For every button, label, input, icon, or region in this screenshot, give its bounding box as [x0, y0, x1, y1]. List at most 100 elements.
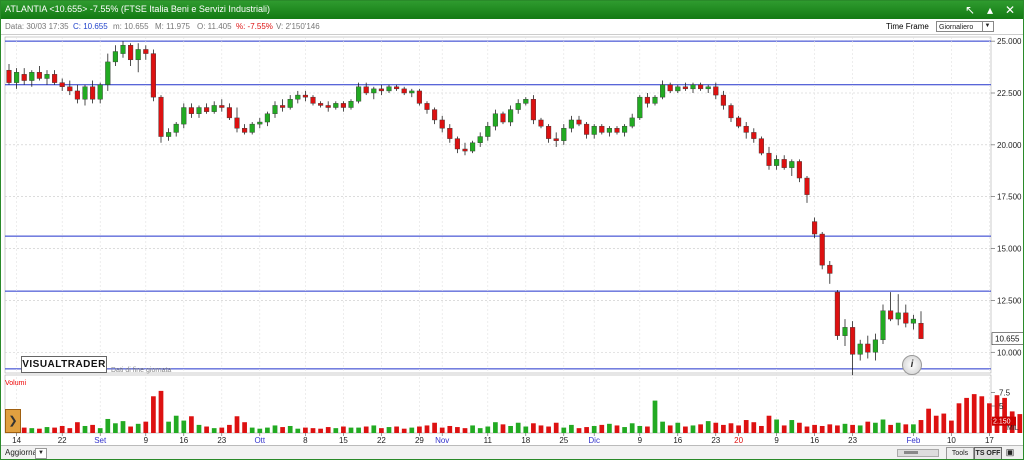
candle-body [530, 99, 536, 121]
x-tick-label: 9 [144, 436, 149, 445]
horizontal-scrollbar[interactable] [897, 449, 939, 457]
tools-button[interactable]: Tools [946, 447, 974, 459]
candle [728, 103, 734, 123]
volume-bar [386, 427, 392, 433]
candle-body [166, 132, 172, 137]
x-tick-label: 15 [339, 436, 348, 445]
candle [546, 124, 552, 143]
volume-bar [477, 428, 483, 433]
volume-bar [462, 428, 468, 433]
candle-body [363, 86, 369, 94]
candle-body [872, 339, 878, 353]
candle-body [280, 105, 286, 108]
volume-bar [926, 408, 931, 433]
candle [515, 99, 521, 114]
candle [637, 95, 643, 120]
volume-bar [204, 426, 209, 433]
candle-body [842, 327, 848, 336]
candle [204, 103, 210, 114]
scroll-right-arrow-icon[interactable]: ❯ [5, 409, 21, 433]
volume-bar [614, 425, 620, 433]
volume-bar [584, 427, 589, 433]
volume-bar [29, 428, 35, 433]
candle-body [90, 86, 96, 100]
volume-bar [341, 426, 346, 433]
volume-bar [979, 396, 985, 433]
volume-bar [432, 422, 437, 433]
candle [880, 304, 886, 344]
volume-bar [994, 395, 1000, 433]
candle [622, 124, 628, 137]
scrollbar-thumb[interactable] [904, 451, 918, 454]
x-tick-label: 20 [734, 436, 743, 445]
candle-body [667, 84, 673, 92]
volume-bar [835, 425, 840, 433]
volume-bar [736, 425, 741, 433]
volume-bar [234, 416, 240, 433]
volume-bar [257, 428, 263, 433]
volume-bar [713, 422, 719, 433]
volume-bar [515, 422, 521, 433]
candle [591, 124, 597, 139]
aggiorna-dropdown-icon[interactable]: ▼ [35, 448, 47, 459]
volume-bar [751, 422, 757, 433]
candle-body [173, 123, 179, 133]
x-tick-label: 16 [810, 436, 819, 445]
candle-body [705, 86, 711, 90]
candle [827, 261, 833, 284]
candle [758, 136, 764, 156]
price-tick-label: 10.000 [997, 348, 1022, 357]
candle-body [287, 99, 293, 108]
candle [470, 140, 476, 154]
volume-bar [538, 425, 544, 433]
candle [629, 113, 635, 129]
candle [812, 217, 818, 239]
ts-off-button[interactable]: TS OFF [974, 447, 1002, 459]
candle-body [865, 343, 871, 353]
candle-body [318, 103, 324, 106]
candle [371, 86, 377, 100]
candle-body [454, 138, 460, 150]
candle-body [462, 148, 468, 152]
candle-body [644, 96, 650, 104]
status-bar: Aggiorna ▼ Tools TS OFF ▣ [1, 445, 1023, 459]
candle [97, 82, 103, 104]
candle-body [29, 72, 35, 81]
volume-bar [113, 423, 118, 433]
volume-unit-label: MIL [1007, 425, 1019, 432]
candle-body [736, 117, 742, 127]
volume-bar [219, 427, 225, 433]
candle [857, 339, 863, 361]
candle-body [234, 117, 240, 129]
x-tick-label: 17 [985, 436, 994, 445]
candle [173, 122, 179, 137]
volume-bar [44, 427, 50, 433]
candle-body [834, 291, 840, 336]
candle [318, 101, 324, 108]
candle [150, 49, 156, 102]
candle [667, 82, 673, 93]
candle [682, 82, 688, 91]
price-chart[interactable]: 25.000 22.500 20.000 17.500 15.000 12.500 10.0… [1, 1, 1023, 445]
volume-panel-label: Volumi [5, 380, 27, 387]
candle [508, 105, 514, 127]
candle-body [485, 125, 491, 137]
volume-bar [67, 428, 73, 433]
candle [660, 80, 666, 100]
x-tick-label: 16 [179, 436, 188, 445]
volume-bar [401, 428, 407, 433]
candle-body [242, 128, 248, 133]
candle [120, 41, 126, 58]
volume-bar [181, 420, 187, 433]
price-tick-label: 20.000 [997, 141, 1022, 150]
candle-body [918, 323, 924, 339]
panel-toggle-icon[interactable]: ▣ [1004, 447, 1016, 458]
candle [280, 99, 286, 112]
candle-body [143, 49, 149, 54]
candle-body [257, 121, 263, 125]
volume-bar [189, 416, 194, 433]
info-icon[interactable]: i [902, 355, 922, 375]
volume-bar [705, 421, 711, 433]
candle [781, 155, 787, 170]
price-tick-label: 22.500 [997, 89, 1022, 98]
